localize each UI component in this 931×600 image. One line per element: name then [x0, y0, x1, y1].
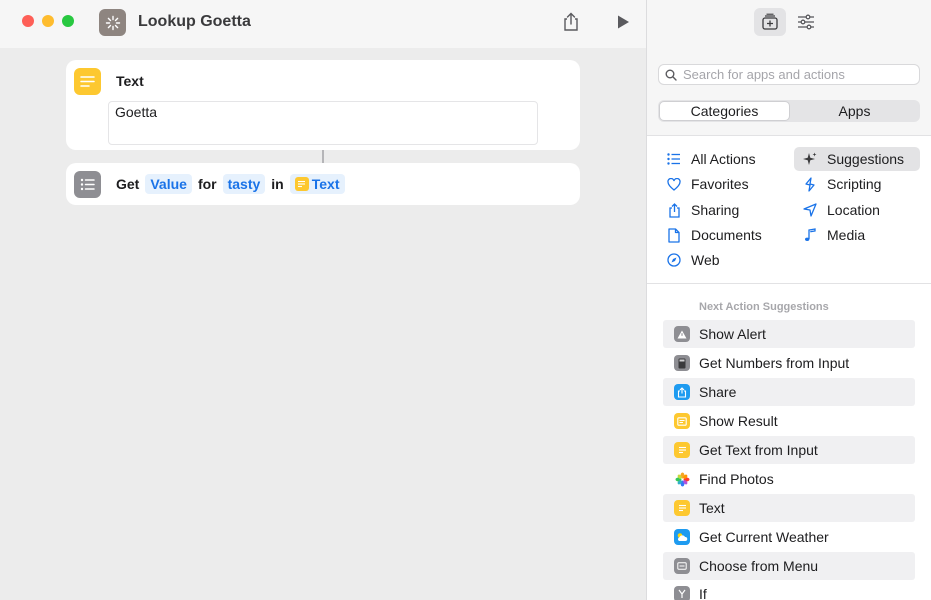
play-icon [618, 15, 629, 29]
category-documents[interactable]: Documents [658, 223, 786, 247]
category-favorites[interactable]: Favorites [658, 172, 786, 196]
category-media[interactable]: Media [794, 223, 920, 247]
search-field[interactable] [658, 64, 920, 85]
category-label: Favorites [691, 176, 749, 192]
categories-list: All Actions Suggestions Favorites Script… [647, 136, 931, 284]
text-action-field[interactable]: Goetta [108, 101, 538, 145]
category-label: Media [827, 227, 866, 243]
suggestion-label: Text [699, 500, 725, 516]
suggestion-find-photos[interactable]: Find Photos [663, 465, 915, 493]
key-token[interactable]: tasty [222, 174, 266, 194]
heart-icon [666, 176, 682, 192]
sliders-icon [798, 14, 814, 30]
in-label: in [271, 176, 284, 192]
search-input[interactable] [683, 67, 903, 82]
text-action-card[interactable]: Text Goetta [66, 60, 580, 150]
suggestions-header: Next Action Suggestions [699, 301, 829, 313]
suggestion-if[interactable]: If [663, 580, 915, 600]
library-segmented-control: Categories Apps [658, 100, 920, 122]
shortcut-title[interactable]: Lookup Goetta [138, 13, 251, 31]
category-label: Documents [691, 227, 762, 243]
category-label: Web [691, 252, 720, 268]
menu-icon [674, 558, 690, 574]
text-icon [674, 500, 690, 516]
sparkle-icon [802, 151, 818, 167]
library-toolbar [647, 0, 931, 48]
photos-icon [674, 471, 690, 487]
close-window-button[interactable] [22, 15, 34, 27]
zoom-window-button[interactable] [62, 15, 74, 27]
share-icon [666, 202, 682, 218]
library-header: Categories Apps [647, 48, 931, 136]
suggestion-label: Share [699, 384, 737, 400]
category-label: All Actions [691, 151, 756, 167]
share-button[interactable] [560, 11, 582, 33]
run-button[interactable] [612, 11, 634, 33]
text-action-icon [74, 68, 101, 95]
action-library-pane: Categories Apps All Actions Suggestions … [646, 0, 931, 600]
location-arrow-icon [802, 202, 818, 218]
tab-apps[interactable]: Apps [790, 101, 919, 121]
show-result-icon [674, 413, 690, 429]
for-label: for [197, 176, 217, 192]
text-variable-label: Text [311, 176, 340, 192]
suggestion-show-alert[interactable]: Show Alert [663, 320, 915, 348]
dictionary-action-icon [74, 171, 101, 198]
suggestion-label: Show Result [699, 413, 778, 429]
shortcut-icon[interactable] [99, 9, 126, 36]
title-bar: Lookup Goetta [0, 0, 646, 48]
get-dictionary-value-card[interactable]: Get Value for tasty in Text [66, 163, 580, 205]
editor-pane: Lookup Goetta Text Goetta Get Value for … [0, 0, 646, 600]
category-location[interactable]: Location [794, 198, 920, 222]
suggestion-get-current-weather[interactable]: Get Current Weather [663, 523, 915, 551]
document-icon [666, 227, 682, 243]
weather-icon [674, 529, 690, 545]
suggestion-get-text-from-input[interactable]: Get Text from Input [663, 436, 915, 464]
category-label: Scripting [827, 176, 882, 192]
suggestion-label: Find Photos [699, 471, 774, 487]
suggestion-show-result[interactable]: Show Result [663, 407, 915, 435]
category-label: Sharing [691, 202, 740, 218]
text-action-title: Text [116, 73, 144, 89]
category-web[interactable]: Web [658, 248, 786, 272]
suggestion-label: Get Numbers from Input [699, 355, 850, 371]
suggestion-label: Choose from Menu [699, 558, 819, 574]
category-all-actions[interactable]: All Actions [658, 147, 786, 171]
category-scripting[interactable]: Scripting [794, 172, 920, 196]
suggestion-label: Show Alert [699, 326, 766, 342]
action-parameters: Get Value for tasty in Text [116, 174, 345, 194]
compass-icon [666, 252, 682, 268]
value-token[interactable]: Value [145, 174, 192, 194]
suggestion-label: Get Text from Input [699, 442, 818, 458]
text-variable-icon [294, 177, 309, 191]
category-sharing[interactable]: Sharing [658, 198, 786, 222]
category-label: Suggestions [827, 151, 905, 167]
suggestion-get-numbers-from-input[interactable]: Get Numbers from Input [663, 349, 915, 377]
add-action-library-icon [762, 13, 778, 30]
suggestion-label: Get Current Weather [699, 529, 829, 545]
suggestion-label: If [699, 586, 707, 600]
share-icon [564, 12, 578, 31]
alert-icon [674, 326, 690, 342]
text-icon [674, 442, 690, 458]
music-note-icon [802, 227, 818, 243]
search-icon [665, 69, 677, 81]
tab-categories[interactable]: Categories [659, 101, 790, 121]
category-label: Location [827, 202, 880, 218]
share-icon [674, 384, 690, 400]
calculator-icon [674, 355, 690, 371]
details-toggle-button[interactable] [790, 8, 822, 36]
scripting-icon [802, 176, 818, 192]
category-suggestions[interactable]: Suggestions [794, 147, 920, 171]
if-icon [674, 586, 690, 600]
suggestion-choose-from-menu[interactable]: Choose from Menu [663, 552, 915, 580]
library-toggle-button[interactable] [754, 8, 786, 36]
get-label: Get [116, 176, 140, 192]
list-icon [666, 151, 682, 167]
suggestion-text[interactable]: Text [663, 494, 915, 522]
suggestion-share[interactable]: Share [663, 378, 915, 406]
action-connector [322, 150, 324, 163]
minimize-window-button[interactable] [42, 15, 54, 27]
text-variable-token[interactable]: Text [289, 174, 345, 194]
